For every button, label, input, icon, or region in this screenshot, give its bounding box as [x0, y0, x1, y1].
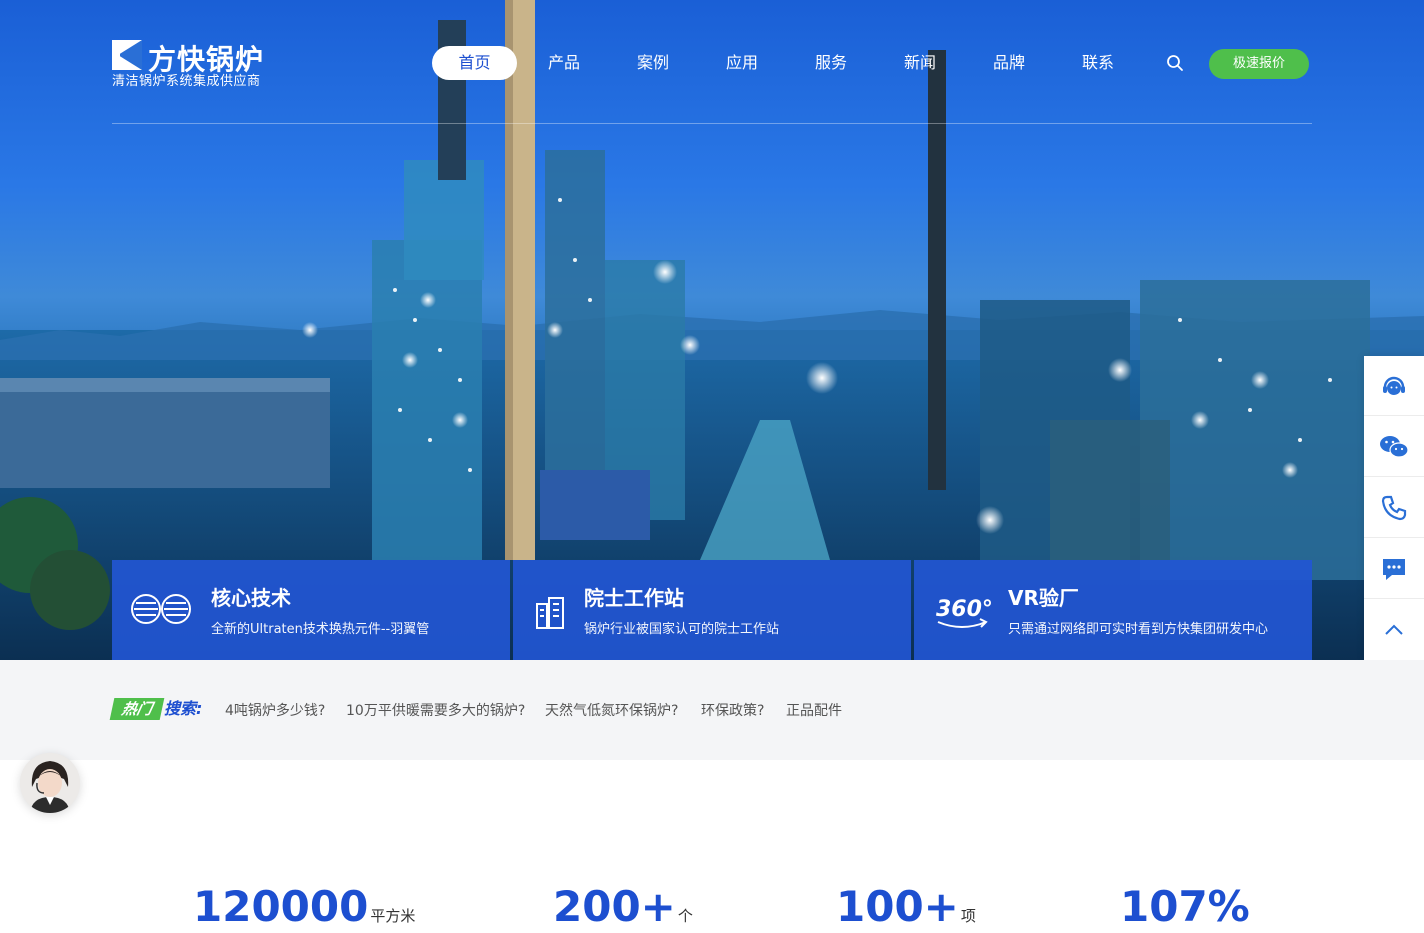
customer-service-button[interactable] [1364, 356, 1424, 416]
feature-title: 院士工作站 [584, 586, 684, 610]
nav-item-brand[interactable]: 品牌 [993, 46, 1025, 80]
feature-desc: 全新的Ultraten技术换热元件--羽翼管 [211, 622, 430, 637]
quick-quote-button[interactable]: 极速报价 [1209, 49, 1309, 79]
feature-academician[interactable]: 院士工作站 锅炉行业被国家认可的院士工作站 [513, 560, 911, 660]
hot-label-text: 搜索: [164, 699, 203, 718]
stat-value: 120000 [193, 882, 369, 931]
stat-value: 100 [836, 882, 924, 931]
phone-button[interactable] [1364, 478, 1424, 538]
feature-bar: 核心技术 全新的Ultraten技术换热元件--羽翼管 院士工作站 锅炉行业被国… [112, 560, 1312, 660]
phone-icon [1381, 495, 1407, 520]
stat-unit: 平方米 [370, 907, 416, 925]
hero-banner: 方快锅炉 清洁锅炉系统集成供应商 首页 产品 案例 应用 服务 新闻 品牌 联系… [0, 0, 1424, 660]
stat-patents: 100+ 项 [836, 880, 976, 933]
nav-item-cases[interactable]: 案例 [637, 46, 669, 80]
logo-mark-icon [112, 40, 142, 70]
stat-value: 107% [1120, 882, 1250, 931]
building-icon [536, 597, 564, 629]
svg-text:360°: 360° [936, 597, 992, 622]
nav-item-applications[interactable]: 应用 [726, 46, 758, 80]
feature-vr-factory[interactable]: 360° VR验厂 只需通过网络即可实时看到方快集团研发中心 [914, 560, 1312, 660]
hot-search-link[interactable]: 10万平供暖需要多大的锅炉? [346, 700, 525, 720]
wechat-button[interactable] [1364, 417, 1424, 477]
message-icon [1383, 558, 1405, 580]
feature-title: VR验厂 [1008, 586, 1079, 610]
chevron-up-icon [1385, 624, 1403, 635]
wechat-icon [1380, 435, 1409, 458]
hot-search-link[interactable]: 天然气低氮环保锅炉? [545, 700, 678, 720]
hot-search-bar: 热门 搜索: 4吨锅炉多少钱? 10万平供暖需要多大的锅炉? 天然气低氮环保锅炉… [0, 660, 1424, 760]
page: 方快锅炉 清洁锅炉系统集成供应商 首页 产品 案例 应用 服务 新闻 品牌 联系… [0, 0, 1424, 933]
hot-label-highlight: 热门 [109, 698, 165, 720]
vr-360-icon: 360° [936, 597, 992, 628]
stat-unit: 个 [677, 907, 693, 925]
nav-item-contact[interactable]: 联系 [1082, 46, 1114, 80]
stat-suffix: + [923, 882, 959, 931]
stat-projects: 200+ 个 [553, 880, 693, 933]
hot-search-link[interactable]: 4吨锅炉多少钱? [225, 700, 325, 720]
brand-slogan: 清洁锅炉系统集成供应商 [112, 74, 261, 89]
stat-suffix: + [640, 882, 676, 931]
stat-efficiency: 107% [1120, 880, 1252, 933]
nav-item-products[interactable]: 产品 [548, 46, 580, 80]
online-consultant-avatar[interactable] [20, 753, 80, 813]
consultant-portrait-icon [20, 753, 80, 813]
nav-item-news[interactable]: 新闻 [904, 46, 936, 80]
stats-row: 120000 平方米 200+ 个 100+ 项 107% [0, 880, 1424, 933]
feature-desc: 锅炉行业被国家认可的院士工作站 [584, 622, 780, 637]
stat-value: 200 [553, 882, 641, 931]
customer-service-icon [1383, 376, 1405, 395]
nav-item-home[interactable]: 首页 [432, 46, 517, 80]
stat-area: 120000 平方米 [193, 880, 415, 933]
feature-desc: 只需通过网络即可实时看到方快集团研发中心 [1008, 622, 1269, 637]
search-icon[interactable] [1165, 53, 1185, 73]
fin-tube-icon [131, 594, 191, 624]
feature-title: 核心技术 [211, 586, 291, 610]
hot-search-link[interactable]: 正品配件 [786, 700, 842, 720]
back-to-top-button[interactable] [1364, 600, 1424, 660]
stat-unit: 项 [960, 907, 976, 925]
nav-item-services[interactable]: 服务 [815, 46, 847, 80]
feature-core-tech[interactable]: 核心技术 全新的Ultraten技术换热元件--羽翼管 [112, 560, 510, 660]
header-divider [112, 123, 1312, 124]
side-toolbar [1364, 356, 1424, 660]
message-button[interactable] [1364, 539, 1424, 599]
hot-search-link[interactable]: 环保政策? [701, 700, 764, 720]
